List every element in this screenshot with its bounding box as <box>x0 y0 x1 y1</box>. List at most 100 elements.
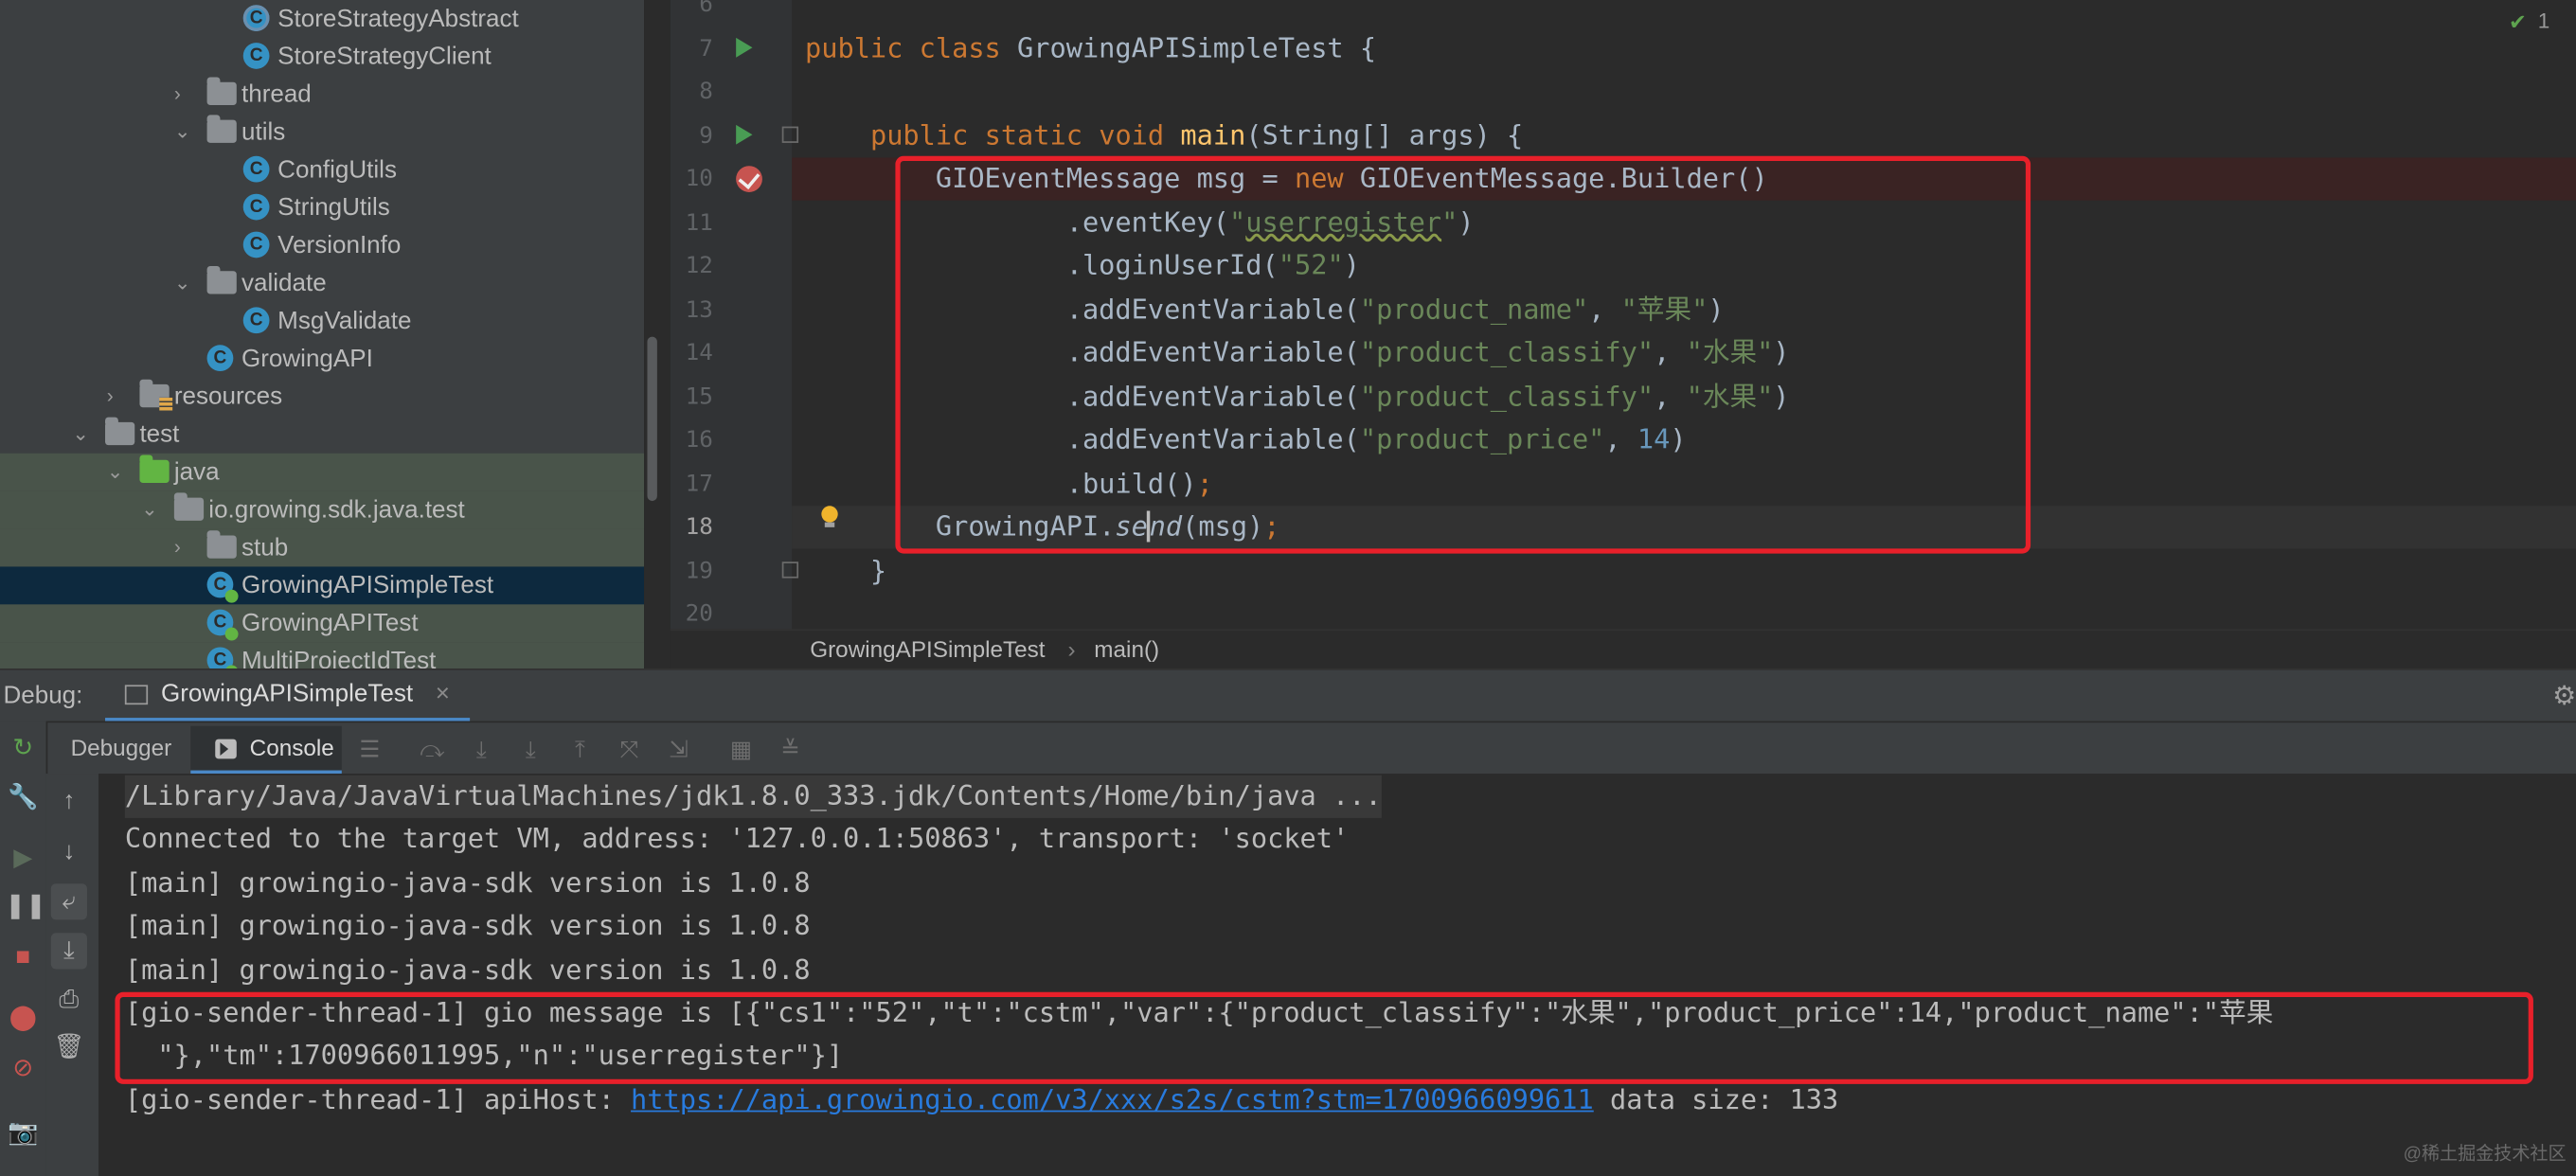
tree-item-label: utils <box>242 117 286 147</box>
console-line: [main] growingio-java-sdk version is 1.0… <box>124 866 811 899</box>
line-number: 18 <box>685 513 713 541</box>
fold-marker-icon[interactable] <box>781 561 799 579</box>
tree-item-label: VersionInfo <box>277 231 402 260</box>
debug-label: Debug: <box>3 681 83 710</box>
run-class-icon[interactable] <box>736 37 753 58</box>
debug-toolbar: Debugger Console ☰ ⤼ ⤓ ⤓ ⤒ ⤧ ⇲ ▦ ≚ <box>0 721 2576 775</box>
tree-item[interactable]: C VersionInfo <box>0 226 644 264</box>
gear-icon[interactable]: ⚙ <box>2552 680 2576 713</box>
step-out-icon[interactable]: ⤒ <box>566 736 593 762</box>
tree-item-label: validate <box>242 269 327 297</box>
camera-icon[interactable]: 📷 <box>5 1115 41 1151</box>
tree-item-label: StoreStrategyClient <box>277 43 492 71</box>
console-tab-label: Console <box>249 734 334 761</box>
wrench-icon[interactable]: 🔧 <box>5 780 41 816</box>
run-to-cursor-icon[interactable]: ⇲ <box>666 736 692 762</box>
code-line[interactable]: public class GrowingAPISimpleTest { <box>805 27 1376 70</box>
soft-wrap-icon[interactable]: ⤶ <box>50 883 87 920</box>
code-line[interactable]: } <box>805 549 886 592</box>
inspection-ok-icon[interactable]: ✔ <box>2509 9 2527 36</box>
folder-icon <box>206 530 237 559</box>
java-class-icon: C <box>242 231 270 258</box>
mute-breakpoints-icon[interactable]: ⊘ <box>5 1051 41 1087</box>
stop-icon[interactable]: ■ <box>5 939 41 975</box>
scroll-to-end-icon[interactable]: ⤓ <box>50 933 87 970</box>
close-tab-icon[interactable]: × <box>436 680 450 707</box>
arrow-up-icon[interactable]: ↑ <box>51 783 87 819</box>
api-host-link[interactable]: https://api.growingio.com/v3/xxx/s2s/cst… <box>631 1084 1594 1115</box>
view-breakpoints-icon[interactable]: ⬤ <box>5 1000 41 1036</box>
tree-item[interactable]: C StoreStrategyAbstract <box>0 0 644 38</box>
tree-item-label: test <box>139 420 180 449</box>
tree-item[interactable]: ⌄ validate <box>0 264 644 302</box>
debug-side-toolbar: ↻ 🔧 ▶ ❚❚ ■ ⬤ ⊘ 📷 <box>0 721 48 1176</box>
console-side-toolbar: ↑ ↓ ⤶ ⤓ ⎙ 🗑 <box>45 774 99 1176</box>
watermark: @稀土掘金技术社区 <box>2403 1145 2567 1165</box>
chevron-down-icon[interactable]: ⌄ <box>107 461 127 481</box>
step-over-icon[interactable]: ⤓ <box>468 736 494 762</box>
chevron-down-icon[interactable]: ⌄ <box>72 424 92 444</box>
chevron-down-icon[interactable]: ⌄ <box>174 121 194 141</box>
tree-item[interactable]: C GrowingAPISimpleTest <box>0 566 645 605</box>
line-number: 15 <box>685 383 713 410</box>
code-token: public class <box>805 31 1018 63</box>
tree-item[interactable]: › stub <box>0 528 645 567</box>
tree-item[interactable]: C MsgValidate <box>0 302 644 340</box>
drop-frame-icon[interactable]: ⤧ <box>617 736 643 762</box>
tree-item[interactable]: C ConfigUtils <box>0 151 644 189</box>
debug-session-tab[interactable]: GrowingAPISimpleTest × <box>105 670 471 723</box>
lightbulb-icon[interactable] <box>820 506 840 528</box>
breakpoint-icon[interactable] <box>736 166 762 192</box>
menu-lines-icon[interactable]: ☰ <box>356 736 383 762</box>
show-execution-point-icon[interactable]: ⤼ <box>419 736 445 762</box>
java-class-icon: C <box>242 155 270 183</box>
pause-icon[interactable]: ❚❚ <box>5 888 46 924</box>
chevron-down-icon[interactable]: ⌄ <box>174 273 194 293</box>
tree-item[interactable]: C StringUtils <box>0 188 644 226</box>
tab-console[interactable]: Console <box>190 725 342 775</box>
run-main-icon[interactable] <box>736 124 753 145</box>
fold-marker-icon[interactable] <box>781 126 799 143</box>
evaluate-expression-icon[interactable]: ▦ <box>727 736 754 762</box>
chevron-right-icon[interactable]: › <box>174 83 194 103</box>
trace-icon[interactable]: ≚ <box>778 736 804 762</box>
inspection-count: 1 <box>2537 8 2550 33</box>
tree-item[interactable]: C MultiProjectIdTest <box>0 642 645 669</box>
tree-item-label: StoreStrategyAbstract <box>277 5 519 33</box>
code-editor[interactable]: 6 7 8 9 10 11 12 13 14 15 16 17 18 19 20 public class … <box>670 0 2576 630</box>
line-number: 20 <box>685 600 713 628</box>
step-into-icon[interactable]: ⤓ <box>517 736 544 762</box>
breadcrumb: GrowingAPISimpleTest › main() <box>670 629 2576 670</box>
tree-item[interactable]: C GrowingAPI <box>0 340 644 378</box>
java-class-icon: C <box>242 193 270 221</box>
chevron-right-icon[interactable]: › <box>174 537 194 557</box>
console-output[interactable]: /Library/Java/JavaVirtualMachines/jdk1.8… <box>98 774 2576 1176</box>
line-number: 11 <box>685 209 713 236</box>
tree-item-label: MultiProjectIdTest <box>242 647 437 669</box>
breadcrumb-class[interactable]: GrowingAPISimpleTest <box>810 635 1045 662</box>
resume-icon[interactable]: ▶ <box>5 841 41 877</box>
breadcrumb-method[interactable]: main() <box>1094 635 1159 662</box>
line-number: 16 <box>685 427 713 454</box>
tree-item-label: GrowingAPI <box>242 345 373 373</box>
tab-debugger[interactable]: Debugger <box>71 734 172 760</box>
chevron-right-icon[interactable]: › <box>107 386 127 406</box>
code-line[interactable]: public static void main(String[] args) { <box>805 115 1523 157</box>
tree-item[interactable]: ⌄ java <box>0 453 645 491</box>
tree-item[interactable]: ⌄ utils <box>0 114 644 151</box>
tree-item[interactable]: C GrowingAPITest <box>0 604 645 643</box>
tree-item[interactable]: › thread <box>0 76 644 114</box>
tree-item[interactable]: C StoreStrategyClient <box>0 38 644 76</box>
console-line-apihost: [gio-sender-thread-1] apiHost: https://a… <box>125 1079 1838 1122</box>
rerun-icon[interactable]: ↻ <box>5 731 41 767</box>
tree-scrollbar[interactable] <box>647 336 657 502</box>
print-icon[interactable]: ⎙ <box>51 982 87 1018</box>
arrow-down-icon[interactable]: ↓ <box>51 834 87 870</box>
trash-icon[interactable]: 🗑 <box>51 1030 87 1066</box>
tree-item[interactable]: › resources <box>0 378 644 416</box>
ide-window: C StoreStrategyAbstract C StoreStrategyClie… <box>0 0 2576 1176</box>
code-token: main <box>1180 118 1246 151</box>
tree-item[interactable]: ⌄ test <box>0 416 644 454</box>
chevron-down-icon[interactable]: ⌄ <box>141 499 161 519</box>
tree-item[interactable]: ⌄ io.growing.sdk.java.test <box>0 490 645 529</box>
